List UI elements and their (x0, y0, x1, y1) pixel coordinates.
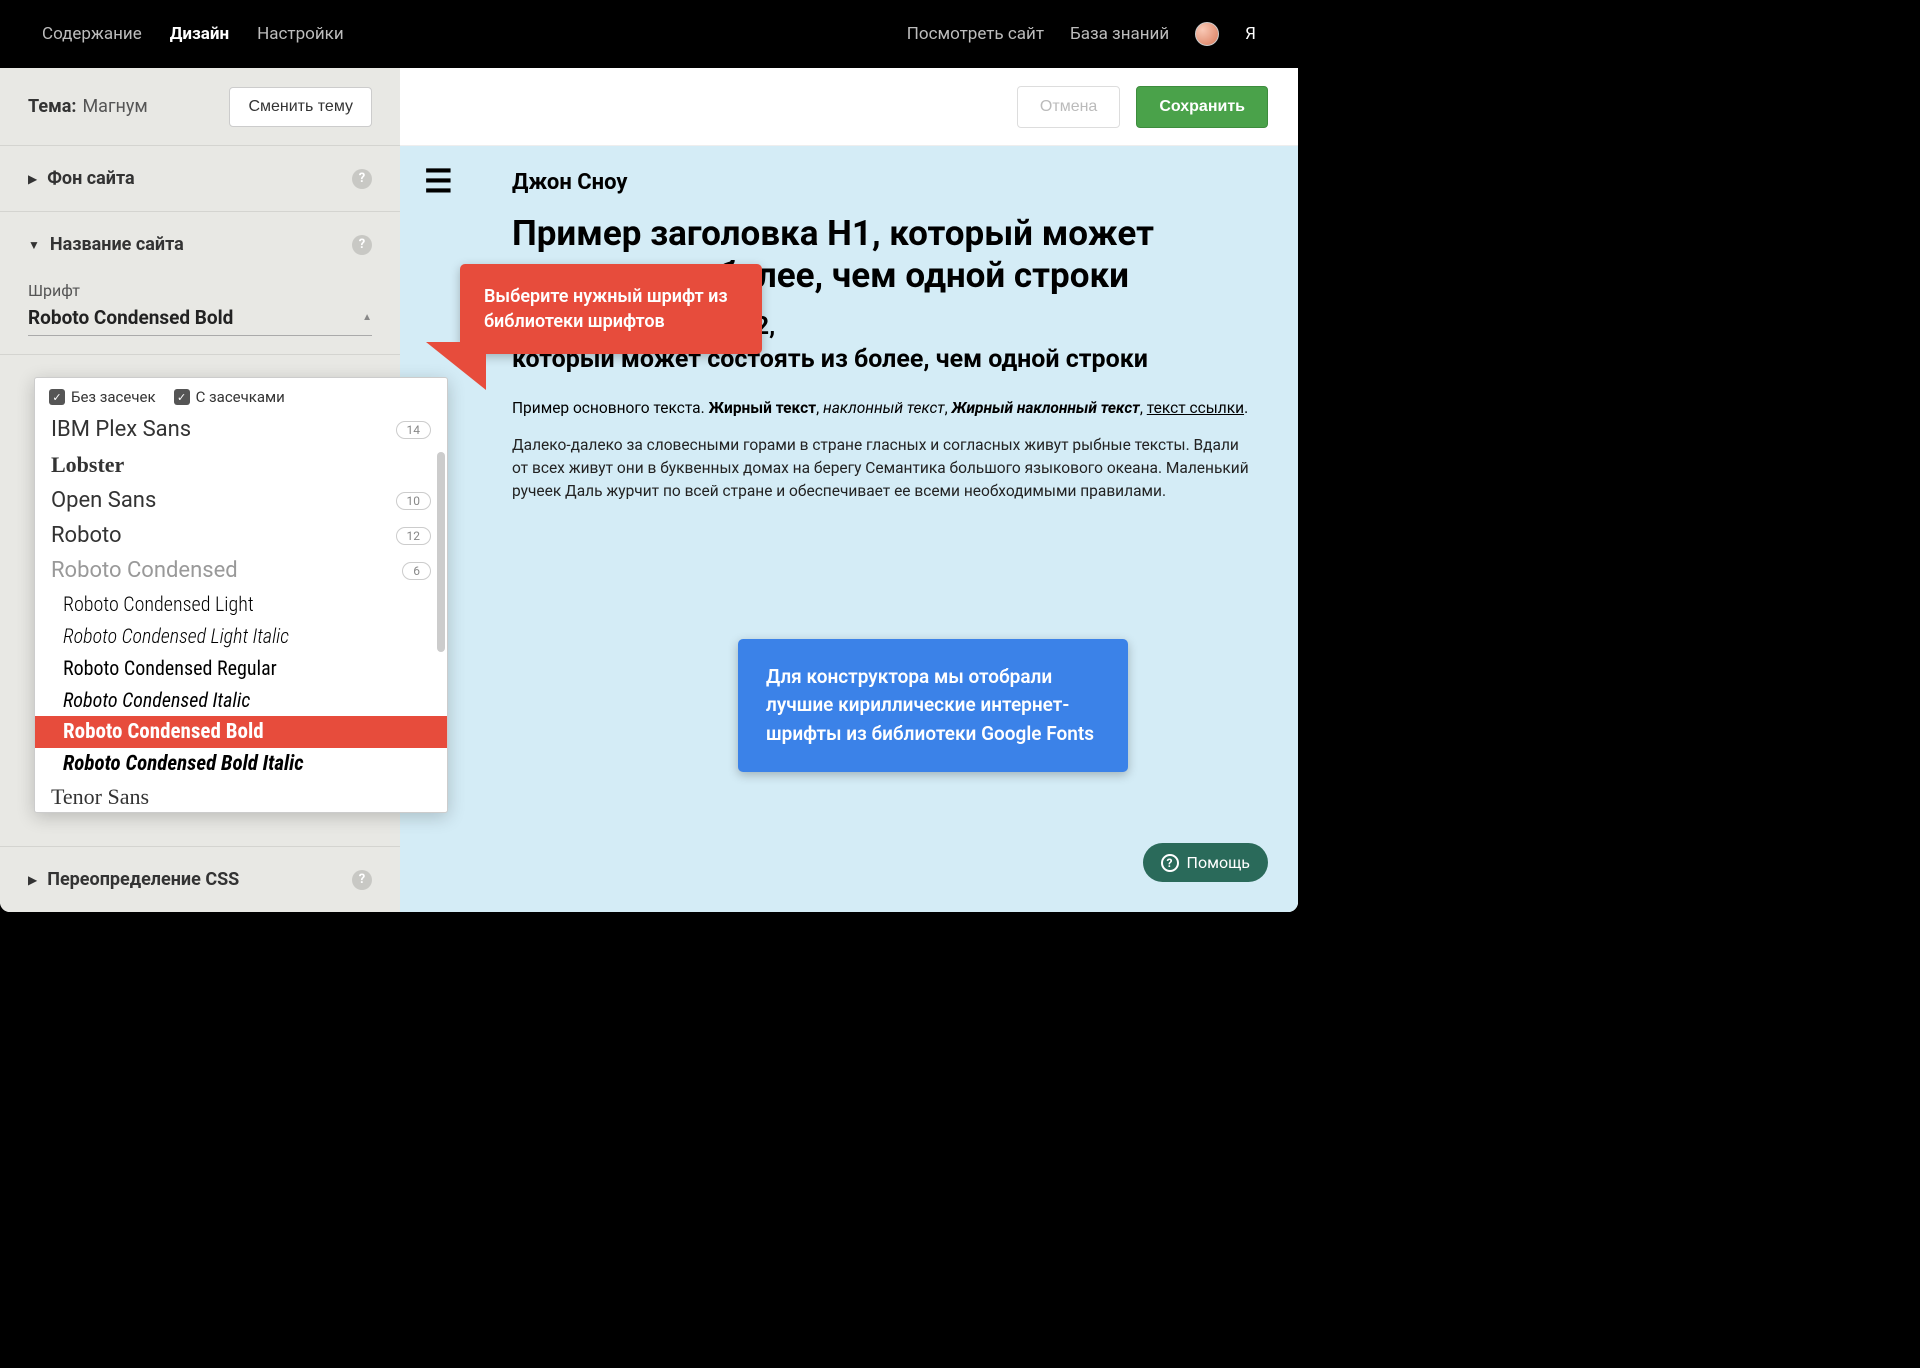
font-variant-bold-selected[interactable]: Roboto Condensed Bold (35, 716, 447, 748)
nav-kb[interactable]: База знаний (1070, 24, 1169, 44)
font-select-value: Roboto Condensed Bold (28, 306, 233, 329)
font-item-open-sans[interactable]: Open Sans 10 (35, 483, 447, 518)
theme-label: Тема: (28, 96, 76, 117)
user-letter[interactable]: Я (1245, 24, 1256, 44)
font-variant-regular[interactable]: Roboto Condensed Regular (35, 652, 447, 684)
font-variant-light[interactable]: Roboto Condensed Light (35, 588, 447, 620)
content-area: Отмена Сохранить ☰ Джон Сноу Пример заго… (400, 68, 1298, 912)
section-site-name-header[interactable]: ▼ Название сайта ? (0, 212, 400, 277)
section-css-header[interactable]: ▶ Переопределение CSS ? (0, 847, 400, 912)
variant-count-badge: 10 (396, 492, 432, 510)
font-variant-bold-italic[interactable]: Roboto Condensed Bold Italic (35, 748, 447, 780)
callout-tooltip-blue: Для конструктора мы отобрали лучшие кири… (738, 639, 1128, 773)
preview-site-title: Джон Сноу (512, 170, 1258, 195)
font-variant-light-italic[interactable]: Roboto Condensed Light Italic (35, 620, 447, 652)
save-button[interactable]: Сохранить (1136, 86, 1268, 128)
section-css-title: Переопределение CSS (47, 869, 239, 890)
caret-up-icon: ▲ (362, 312, 372, 323)
font-item-roboto[interactable]: Roboto 12 (35, 518, 447, 553)
nav-settings[interactable]: Настройки (257, 24, 344, 44)
checkbox-checked-icon: ✓ (174, 389, 190, 405)
nav-design[interactable]: Дизайн (170, 24, 229, 44)
chevron-down-icon: ▼ (28, 238, 40, 252)
avatar[interactable] (1195, 22, 1219, 46)
variant-count-badge: 12 (396, 527, 432, 545)
chevron-right-icon: ▶ (28, 172, 37, 186)
scrollbar[interactable] (437, 452, 445, 652)
variant-count-badge: 6 (402, 562, 431, 580)
preview-link[interactable]: текст ссылки (1147, 399, 1244, 417)
preview-body-text: Пример основного текста. Жирный текст, н… (512, 398, 1258, 420)
section-background-header[interactable]: ▶ Фон сайта ? (0, 146, 400, 211)
nav-view-site[interactable]: Посмотреть сайт (907, 24, 1044, 44)
nav-content[interactable]: Содержание (42, 24, 142, 44)
question-icon: ? (1161, 854, 1179, 872)
help-icon[interactable]: ? (352, 870, 372, 890)
callout-tooltip-red: Выберите нужный шрифт из библиотеки шриф… (460, 264, 762, 354)
font-item-lobster[interactable]: Lobster (35, 447, 447, 483)
filter-sans-serif[interactable]: ✓ Без засечек (49, 388, 156, 406)
section-background: ▶ Фон сайта ? (0, 146, 400, 212)
font-dropdown: ✓ Без засечек ✓ С засечками IBM Plex San… (34, 377, 448, 813)
chevron-right-icon: ▶ (28, 873, 37, 887)
help-icon[interactable]: ? (352, 169, 372, 189)
hamburger-icon[interactable]: ☰ (424, 170, 453, 192)
font-list: IBM Plex Sans 14 Lobster Open Sans 10 Ro… (35, 412, 447, 812)
font-item-roboto-condensed[interactable]: Roboto Condensed 6 (35, 553, 447, 588)
change-theme-button[interactable]: Сменить тему (229, 87, 372, 127)
preview-lorem: Далеко-далеко за словесными горами в стр… (512, 434, 1258, 504)
variant-count-badge: 14 (396, 421, 432, 439)
font-field-label: Шрифт (28, 281, 372, 300)
cancel-button[interactable]: Отмена (1017, 86, 1120, 128)
filter-serif[interactable]: ✓ С засечками (174, 388, 285, 406)
preview-pane: ☰ Джон Сноу Пример заголовка H1, который… (400, 146, 1298, 912)
top-nav: Содержание Дизайн Настройки Посмотреть с… (0, 0, 1298, 68)
font-select[interactable]: Roboto Condensed Bold ▲ (28, 306, 372, 336)
section-css: ▶ Переопределение CSS ? (0, 846, 400, 912)
content-toolbar: Отмена Сохранить (400, 68, 1298, 146)
section-site-name-title: Название сайта (50, 234, 184, 255)
checkbox-checked-icon: ✓ (49, 389, 65, 405)
help-icon[interactable]: ? (352, 235, 372, 255)
font-variant-italic[interactable]: Roboto Condensed Italic (35, 684, 447, 716)
font-item-ibm-plex[interactable]: IBM Plex Sans 14 (35, 412, 447, 447)
section-site-name: ▼ Название сайта ? Шрифт Roboto Condense… (0, 212, 400, 355)
theme-name: Магнум (82, 96, 147, 117)
help-button[interactable]: ? Помощь (1143, 843, 1268, 882)
theme-header: Тема: Магнум Сменить тему (0, 68, 400, 146)
font-item-tenor-sans[interactable]: Tenor Sans (35, 780, 447, 812)
section-background-title: Фон сайта (47, 168, 134, 189)
